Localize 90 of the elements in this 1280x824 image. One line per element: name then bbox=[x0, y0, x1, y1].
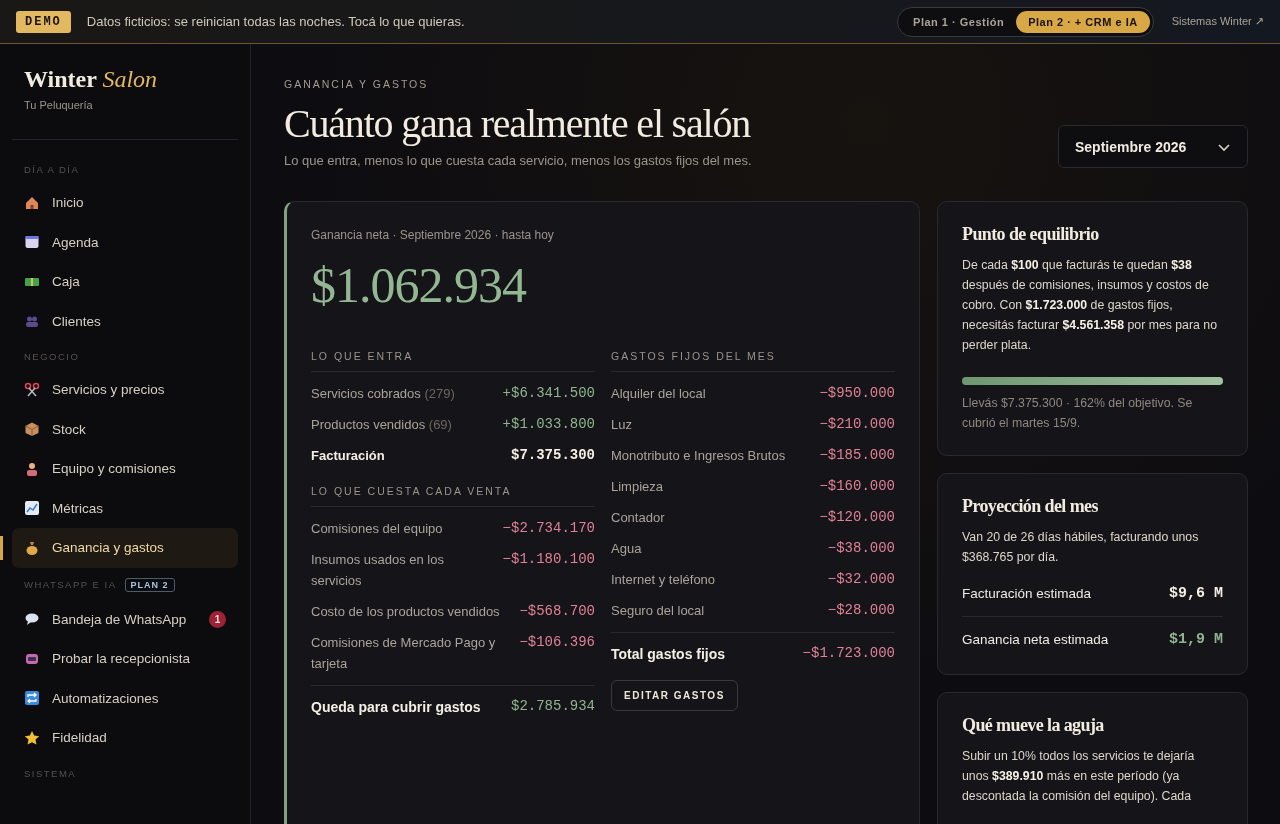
section-label: SISTEMA bbox=[24, 767, 77, 779]
speech-bubble-icon bbox=[24, 611, 40, 628]
row-amount: $7.375.300 bbox=[511, 446, 595, 465]
total-amount: −$1.723.000 bbox=[802, 644, 895, 663]
row-amount: −$568.700 bbox=[519, 602, 595, 621]
row-amount: +$1.033.800 bbox=[502, 415, 595, 434]
calendar-icon bbox=[24, 234, 40, 251]
projection-label: Facturación estimada bbox=[962, 586, 1092, 601]
external-link[interactable]: Sistemas Winter ↗ bbox=[1171, 15, 1264, 28]
star-icon bbox=[24, 729, 40, 746]
demo-badge: DEMO bbox=[16, 10, 71, 33]
row-label: Limpieza bbox=[611, 478, 664, 496]
plan-tab[interactable]: Plan 1 · Gestión bbox=[901, 10, 1017, 33]
total-amount: $2.785.934 bbox=[511, 697, 595, 716]
row-label: Internet y teléfono bbox=[611, 571, 716, 589]
row-amount: −$185.000 bbox=[819, 446, 895, 465]
progress-note: Llevás $7.375.300 · 162% del objetivo. Se cubrió el martes 15/9. bbox=[962, 395, 1194, 432]
row-label: Alquiler del local bbox=[611, 385, 706, 403]
nav-label: Automatizaciones bbox=[52, 690, 160, 706]
brand-subtitle: Tu Peluquería bbox=[24, 99, 94, 111]
row-amount: +$6.341.500 bbox=[502, 384, 595, 403]
group-title: GASTOS FIJOS DEL MES bbox=[611, 350, 895, 372]
row-label: Servicios cobrados (279) bbox=[311, 385, 455, 403]
section-label: WHATSAPP E IA bbox=[24, 579, 117, 590]
nav-label: Bandeja de WhatsApp bbox=[52, 611, 188, 627]
row-label: Facturación bbox=[311, 447, 385, 465]
unread-count: 1 bbox=[209, 610, 226, 628]
nav-label: Clientes bbox=[52, 313, 102, 329]
plan-badge: PLAN 2 bbox=[124, 577, 175, 592]
levers-text: Subir un 10% todos los servicios te dejaría unos $389.910 más en este período (ya descontada la comisión del equipo). Cada bbox=[962, 748, 1196, 805]
row-amount: −$1.180.100 bbox=[502, 550, 595, 569]
total-label: Total gastos fijos bbox=[611, 645, 726, 662]
row-amount: −$32.000 bbox=[827, 570, 895, 589]
row-amount: −$160.000 bbox=[819, 477, 895, 496]
group-title: LO QUE ENTRA bbox=[311, 350, 595, 372]
row-label: Agua bbox=[611, 540, 642, 558]
row-amount: −$2.734.170 bbox=[502, 519, 595, 538]
plan-tab[interactable]: Plan 2 · + CRM e IA bbox=[1016, 10, 1150, 33]
chart-icon bbox=[24, 500, 40, 517]
nav-label: Probar la recepcionista bbox=[52, 651, 192, 667]
row-label: Comisiones de Mercado Pago y tarjeta bbox=[311, 634, 497, 673]
card-title: Proyección del mes bbox=[962, 496, 1099, 517]
row-amount: −$38.000 bbox=[827, 539, 895, 558]
row-label: Luz bbox=[611, 416, 632, 434]
row-label: Monotributo e Ingresos Brutos bbox=[611, 447, 786, 465]
projection-label: Ganancia neta estimada bbox=[962, 632, 1109, 647]
row-label: Costo de los productos vendidos bbox=[311, 603, 500, 621]
nav-label: Agenda bbox=[52, 234, 100, 250]
net-profit-amount: $1.062.934 bbox=[311, 256, 528, 314]
projection-amount: $1,9 M bbox=[1169, 630, 1223, 650]
page-subtitle: Lo que entra, menos lo que cuesta cada servicio, menos los gastos fijos del mes. bbox=[284, 153, 752, 168]
group-title: LO QUE CUESTA CADA VENTA bbox=[311, 485, 595, 507]
card-title: Qué mueve la aguja bbox=[962, 715, 1105, 736]
nav-label: Métricas bbox=[52, 500, 104, 516]
page-eyebrow: GANANCIA Y GASTOS bbox=[284, 78, 430, 90]
repeat-icon bbox=[24, 690, 40, 707]
row-amount: −$210.000 bbox=[819, 415, 895, 434]
page-title: Cuánto gana realmente el salón bbox=[284, 100, 752, 147]
nav-label: Equipo y comisiones bbox=[52, 461, 177, 477]
edit-expenses-button[interactable]: EDITAR GASTOS bbox=[611, 680, 738, 711]
projection-text: Van 20 de 26 días hábiles, facturando unos $368.765 por día. bbox=[962, 529, 1200, 566]
breakeven-text: De cada $100 que facturás te quedan $38 después de comisiones, insumos y costos de cobro. Con $1.723.000 de gastos fijos, necesitás facturar $4.561.358 por mes para no perder plata. bbox=[962, 257, 1218, 354]
row-label: Insumos usados en los servicios bbox=[311, 551, 445, 590]
nav-label: Caja bbox=[52, 274, 81, 290]
row-label: Seguro del local bbox=[611, 602, 705, 620]
house-icon bbox=[24, 194, 40, 211]
card-caption: Ganancia neta · Septiembre 2026 · hasta hoy bbox=[311, 228, 555, 242]
moneybag-icon bbox=[24, 539, 40, 556]
nav-label: Ganancia y gastos bbox=[52, 540, 165, 556]
row-label: Comisiones del equipo bbox=[311, 520, 443, 538]
row-amount: −$950.000 bbox=[819, 384, 895, 403]
row-amount: −$120.000 bbox=[819, 508, 895, 527]
section-label: NEGOCIO bbox=[24, 351, 80, 362]
row-label: Contador bbox=[611, 509, 665, 527]
brand-name: Winter Salon bbox=[24, 66, 159, 93]
total-label: Queda para cubrir gastos bbox=[311, 698, 481, 715]
nav-label: Servicios y precios bbox=[52, 382, 166, 398]
person-icon bbox=[24, 460, 40, 477]
scissors-icon bbox=[24, 381, 40, 398]
projection-amount: $9,6 M bbox=[1169, 584, 1223, 604]
card-title: Punto de equilibrio bbox=[962, 224, 1100, 245]
row-label: Productos vendidos (69) bbox=[311, 416, 452, 434]
nav-label: Inicio bbox=[52, 195, 85, 211]
demo-message: Datos ficticios: se reinician todas las noches. Tocá lo que quieras. bbox=[86, 14, 466, 29]
nav-label: Stock bbox=[52, 421, 87, 437]
box-icon bbox=[24, 421, 40, 438]
row-amount: −$106.396 bbox=[519, 633, 595, 652]
month-select[interactable]: Septiembre 2026 bbox=[1058, 125, 1248, 168]
row-amount: −$28.000 bbox=[827, 601, 895, 620]
nav-label: Fidelidad bbox=[52, 730, 108, 746]
